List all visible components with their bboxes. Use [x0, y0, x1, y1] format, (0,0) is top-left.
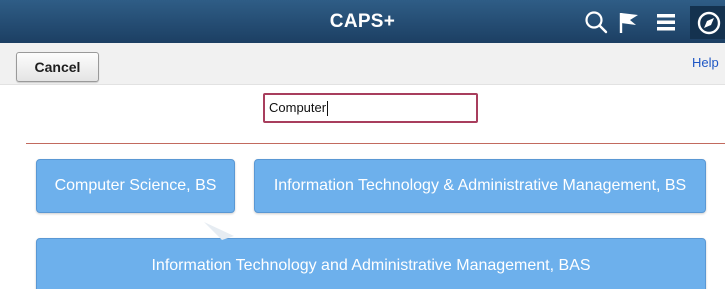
search-input[interactable]: Computer — [263, 93, 478, 123]
result-tile-computer-science[interactable]: Computer Science, BS — [36, 159, 235, 213]
text-cursor — [327, 101, 329, 117]
compass-icon[interactable] — [690, 6, 725, 39]
cancel-button[interactable]: Cancel — [16, 52, 99, 82]
pointer-arrow-icon — [204, 222, 234, 245]
divider — [26, 143, 725, 144]
menu-icon[interactable] — [653, 8, 681, 36]
toolbar: Cancel Help — [0, 43, 725, 85]
result-tile-it-admin-management-bas[interactable]: Information Technology and Administrativ… — [36, 238, 706, 289]
search-input-value: Computer — [269, 100, 327, 115]
flag-icon[interactable] — [615, 8, 643, 36]
search-icon[interactable] — [582, 8, 610, 36]
app-root: CAPS+ Cancel Help Computer Computer Scie… — [0, 0, 725, 289]
help-link[interactable]: Help — [692, 55, 719, 70]
result-tile-it-admin-management-bs[interactable]: Information Technology & Administrative … — [254, 159, 706, 213]
app-header: CAPS+ — [0, 0, 725, 43]
